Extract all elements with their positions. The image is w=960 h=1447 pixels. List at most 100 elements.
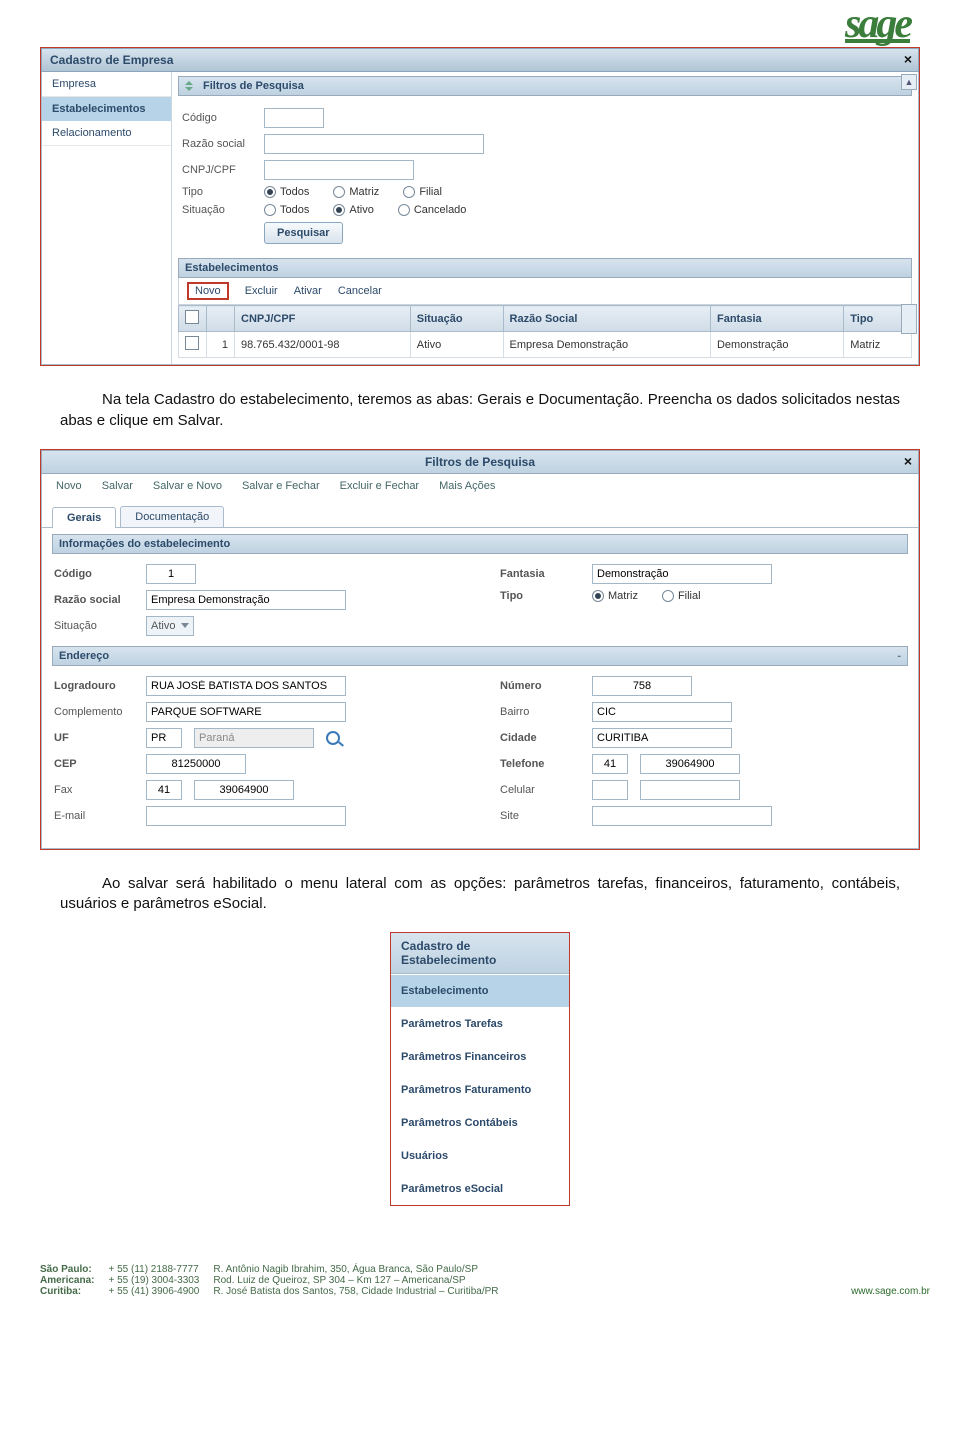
- tb-salvar-fechar[interactable]: Salvar e Fechar: [242, 480, 320, 492]
- scroll-up-icon[interactable]: ▲: [901, 74, 917, 90]
- sidebar-item-estab[interactable]: Estabelecimentos: [42, 97, 171, 121]
- inp-bairro[interactable]: [592, 702, 732, 722]
- cell-razao: Empresa Demonstração: [503, 332, 710, 358]
- sidebar-item-empresa[interactable]: Empresa: [42, 72, 171, 97]
- table-row[interactable]: 1 98.765.432/0001-98 Ativo Empresa Demon…: [179, 332, 912, 358]
- col-sit: Situação: [410, 306, 503, 332]
- lbl-uf: UF: [54, 732, 134, 744]
- paragraph-1: Na tela Cadastro do estabelecimento, ter…: [60, 390, 900, 431]
- cell-fantasia: Demonstração: [710, 332, 843, 358]
- section-endereco: Endereço-: [52, 646, 908, 666]
- sage-logo: sage: [845, 10, 910, 43]
- pesquisar-button[interactable]: Pesquisar: [264, 222, 343, 244]
- inp-cel[interactable]: [640, 780, 740, 800]
- lbl-bairro: Bairro: [500, 706, 580, 718]
- ss2-header-text: Filtros de Pesquisa: [425, 455, 535, 469]
- menu-financeiros[interactable]: Parâmetros Financeiros: [391, 1040, 569, 1073]
- estab-table: CNPJ/CPF Situação Razão Social Fantasia …: [178, 305, 912, 358]
- toolbar-excluir[interactable]: Excluir: [245, 285, 278, 297]
- section-filtros: Filtros de Pesquisa: [178, 76, 912, 96]
- tb-salvar[interactable]: Salvar: [102, 480, 133, 492]
- menu-usuarios[interactable]: Usuários: [391, 1139, 569, 1172]
- inp-tel-ddd[interactable]: [592, 754, 628, 774]
- sidebar: Empresa Estabelecimentos Relacionamento: [42, 72, 172, 364]
- inp-email[interactable]: [146, 806, 346, 826]
- tb-mais[interactable]: Mais Ações: [439, 480, 495, 492]
- input-codigo[interactable]: [264, 108, 324, 128]
- col-razao: Razão Social: [503, 306, 710, 332]
- scroll-thumb[interactable]: [901, 304, 917, 334]
- inp-uf[interactable]: [146, 728, 182, 748]
- toolbar-novo[interactable]: Novo: [187, 282, 229, 300]
- close-icon[interactable]: ×: [904, 453, 912, 469]
- lbl-numero: Número: [500, 680, 580, 692]
- f-addr-1: Rod. Luiz de Queiroz, SP 304 – Km 127 – …: [213, 1275, 498, 1286]
- row-checkbox[interactable]: [185, 336, 199, 350]
- inp-numero[interactable]: [592, 676, 692, 696]
- f-phone-0: + 55 (11) 2188-7777: [108, 1264, 199, 1275]
- inp-log[interactable]: [146, 676, 346, 696]
- tab-gerais[interactable]: Gerais: [52, 507, 116, 528]
- input-cnpj[interactable]: [264, 160, 414, 180]
- menu-tarefas[interactable]: Parâmetros Tarefas: [391, 1007, 569, 1040]
- menu-esocial[interactable]: Parâmetros eSocial: [391, 1172, 569, 1205]
- col-fantasia: Fantasia: [710, 306, 843, 332]
- lbl-tipo: Tipo: [182, 186, 252, 198]
- toolbar-ativar[interactable]: Ativar: [294, 285, 322, 297]
- lbl-cep: CEP: [54, 758, 134, 770]
- inp-fax[interactable]: [194, 780, 294, 800]
- radio-matriz[interactable]: Matriz: [592, 590, 638, 602]
- radio-sit-todos[interactable]: Todos: [264, 204, 309, 216]
- section-info: Informações do estabelecimento: [52, 534, 908, 554]
- lbl-cidade: Cidade: [500, 732, 580, 744]
- footer-site-link[interactable]: www.sage.com.br: [851, 1286, 930, 1297]
- inp-codigo[interactable]: [146, 564, 196, 584]
- f-phone-2: + 55 (41) 3906-4900: [108, 1286, 199, 1297]
- radio-filial[interactable]: Filial: [662, 590, 701, 602]
- search-icon[interactable]: [326, 731, 340, 745]
- cell-tipo: Matriz: [844, 332, 912, 358]
- paragraph-2: Ao salvar será habilitado o menu lateral…: [60, 874, 900, 915]
- lbl-codigo: Código: [182, 112, 252, 124]
- inp-tel[interactable]: [640, 754, 740, 774]
- col-cnpj: CNPJ/CPF: [235, 306, 411, 332]
- tab-doc[interactable]: Documentação: [120, 506, 224, 527]
- inp-fax-ddd[interactable]: [146, 780, 182, 800]
- lbl-razao: Razão social: [182, 138, 252, 150]
- f-addr-2: R. José Batista dos Santos, 758, Cidade …: [213, 1286, 498, 1297]
- lbl-site: Site: [500, 810, 580, 822]
- tb-salvar-novo[interactable]: Salvar e Novo: [153, 480, 222, 492]
- cell-cnpj: 98.765.432/0001-98: [235, 332, 411, 358]
- inp-compl[interactable]: [146, 702, 346, 722]
- radio-tipo-filial[interactable]: Filial: [403, 186, 442, 198]
- header-checkbox[interactable]: [185, 310, 199, 324]
- inp-fantasia[interactable]: [592, 564, 772, 584]
- cell-idx: 1: [207, 332, 235, 358]
- radio-sit-cancel[interactable]: Cancelado: [398, 204, 467, 216]
- inp-cidade[interactable]: [592, 728, 732, 748]
- inp-site[interactable]: [592, 806, 772, 826]
- sidebar-item-relac[interactable]: Relacionamento: [42, 121, 171, 146]
- collapse-icon[interactable]: [185, 80, 197, 92]
- input-razao[interactable]: [264, 134, 484, 154]
- inp-razao[interactable]: [146, 590, 346, 610]
- menu-estab[interactable]: Estabelecimento: [391, 974, 569, 1007]
- inp-cep[interactable]: [146, 754, 246, 774]
- f-city-2: Curitiba:: [40, 1286, 81, 1297]
- radio-label: Matriz: [608, 590, 638, 602]
- close-icon[interactable]: ×: [904, 51, 912, 67]
- radio-tipo-matriz[interactable]: Matriz: [333, 186, 379, 198]
- inp-cel-ddd[interactable]: [592, 780, 628, 800]
- lbl-sit2: Situação: [54, 620, 134, 632]
- radio-label: Cancelado: [414, 204, 467, 216]
- radio-label: Todos: [280, 186, 309, 198]
- tb-novo[interactable]: Novo: [56, 480, 82, 492]
- radio-tipo-todos[interactable]: Todos: [264, 186, 309, 198]
- radio-sit-ativo[interactable]: Ativo: [333, 204, 373, 216]
- tb-excluir-fechar[interactable]: Excluir e Fechar: [340, 480, 419, 492]
- menu-faturamento[interactable]: Parâmetros Faturamento: [391, 1073, 569, 1106]
- minus-icon[interactable]: -: [897, 650, 901, 662]
- menu-contabeis[interactable]: Parâmetros Contábeis: [391, 1106, 569, 1139]
- toolbar-cancelar[interactable]: Cancelar: [338, 285, 382, 297]
- sel-situacao[interactable]: Ativo: [146, 616, 194, 636]
